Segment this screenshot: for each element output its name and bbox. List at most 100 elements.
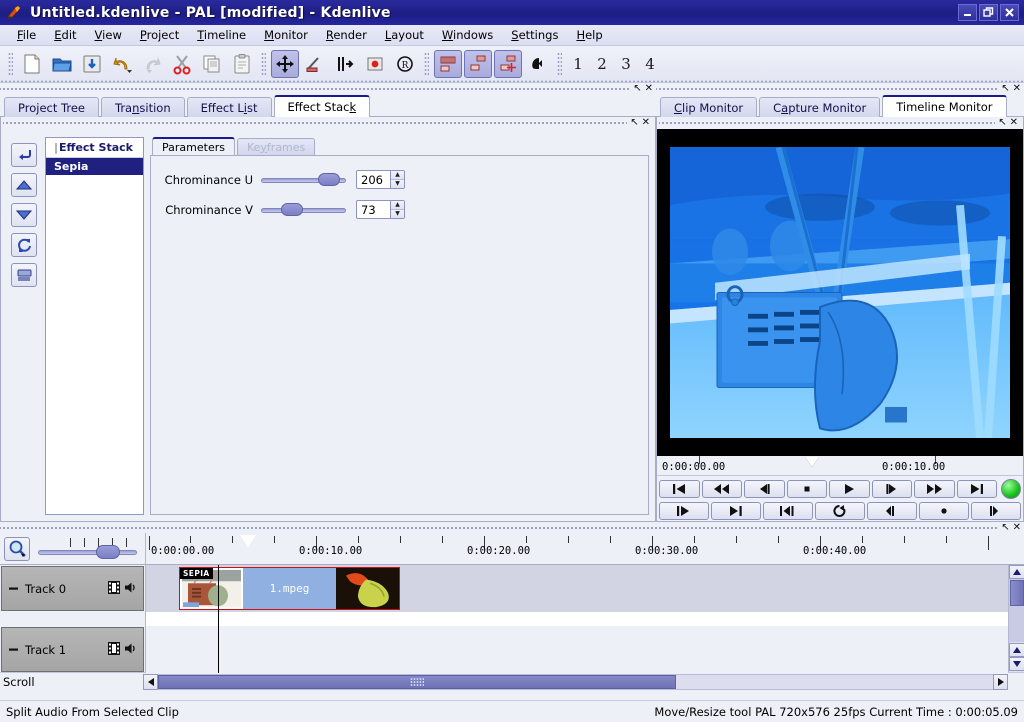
menu-timeline[interactable]: Timeline bbox=[188, 26, 255, 44]
scroll-left-button[interactable] bbox=[143, 674, 158, 690]
track-header-0[interactable]: Track 0 bbox=[1, 566, 144, 611]
timeline-zoom-slider[interactable] bbox=[36, 538, 145, 560]
fit-zoom-icon[interactable] bbox=[464, 50, 492, 78]
toolbar-grip[interactable] bbox=[8, 52, 13, 76]
panel-close-icon[interactable]: ✕ bbox=[642, 118, 650, 128]
snap-magnet-icon[interactable] bbox=[434, 50, 462, 78]
tab-effect-list[interactable]: Effect List bbox=[187, 97, 272, 117]
speaker-icon[interactable] bbox=[124, 581, 138, 597]
zone-start-button[interactable] bbox=[659, 502, 709, 520]
timeline-dock-handle[interactable]: ↖ ✕ bbox=[0, 522, 1024, 533]
monitor-panel-undock-icon[interactable]: ↖ bbox=[998, 118, 1006, 128]
play-button[interactable] bbox=[829, 480, 870, 498]
menu-monitor[interactable]: Monitor bbox=[255, 26, 317, 44]
move-effect-up-button[interactable] bbox=[11, 173, 37, 197]
render-icon[interactable]: R bbox=[391, 50, 419, 78]
chrominance-v-slider[interactable] bbox=[261, 203, 346, 217]
timeline-track-area[interactable]: SEPIA 1.mpeg bbox=[145, 565, 1008, 672]
tab-transition[interactable]: Transition bbox=[101, 97, 185, 117]
spin-down-button[interactable]: ▼ bbox=[391, 210, 404, 219]
add-marker-button[interactable] bbox=[919, 502, 969, 520]
horizontal-scroll-track[interactable] bbox=[158, 674, 993, 690]
timeline-ruler[interactable]: 0:00:00.00 0:00:10.00 0:00:20.00 0:00:30… bbox=[145, 533, 1024, 564]
undock-icon[interactable]: ↖ bbox=[633, 84, 641, 94]
chrominance-v-spinbox[interactable]: 73 ▲ ▼ bbox=[356, 200, 405, 219]
timeline-close-icon[interactable]: ✕ bbox=[1013, 523, 1021, 533]
set-zone-button[interactable] bbox=[763, 502, 813, 520]
timeline-horizontal-scrollbar[interactable] bbox=[143, 674, 1008, 690]
delete-effect-button[interactable] bbox=[11, 263, 37, 287]
tab-effect-stack[interactable]: Effect Stack bbox=[274, 95, 371, 117]
track-lane-1[interactable] bbox=[146, 626, 1008, 673]
zoom-magnifier-icon[interactable] bbox=[4, 537, 30, 561]
monitor-ruler[interactable]: 0:00:00.00 0:00:10.00 bbox=[657, 456, 1023, 476]
reset-effect-button[interactable] bbox=[11, 143, 37, 167]
film-strip-icon[interactable] bbox=[108, 581, 120, 597]
menu-render[interactable]: Render bbox=[317, 26, 376, 44]
toolbar-grip-2[interactable] bbox=[261, 52, 266, 76]
slider-handle[interactable] bbox=[318, 173, 340, 186]
tab-parameters[interactable]: Parameters bbox=[152, 137, 235, 155]
slider-handle[interactable] bbox=[281, 203, 303, 216]
marker-1-button[interactable]: 1 bbox=[566, 51, 590, 77]
marker-2-button[interactable]: 2 bbox=[590, 51, 614, 77]
previous-frame-button[interactable] bbox=[744, 480, 785, 498]
speaker-icon[interactable] bbox=[124, 642, 138, 658]
monitor-dock-handle[interactable]: ↖ ✕ bbox=[656, 83, 1024, 95]
effect-dock-handle[interactable]: ↖ ✕ bbox=[0, 83, 656, 95]
loop-zone-button[interactable] bbox=[815, 502, 865, 520]
monitor-undock-icon[interactable]: ↖ bbox=[1001, 84, 1009, 94]
effect-panel-handle[interactable]: ↖ ✕ bbox=[3, 117, 653, 129]
spacer-tool-icon[interactable] bbox=[331, 50, 359, 78]
menu-project[interactable]: Project bbox=[131, 26, 188, 44]
spin-up-button[interactable]: ▲ bbox=[391, 171, 404, 180]
timeline-vertical-scrollbar[interactable] bbox=[1008, 565, 1024, 672]
razor-tool-icon[interactable] bbox=[301, 50, 329, 78]
record-status-led[interactable] bbox=[1001, 479, 1021, 499]
monitor-playhead[interactable] bbox=[805, 457, 819, 467]
minimize-button[interactable] bbox=[958, 4, 977, 21]
cut-scissors-icon[interactable] bbox=[168, 50, 196, 78]
film-strip-icon[interactable] bbox=[108, 642, 120, 658]
monitor-panel-handle[interactable]: ↖ ✕ bbox=[659, 117, 1021, 129]
new-document-icon[interactable] bbox=[18, 50, 46, 78]
undo-icon[interactable] bbox=[108, 50, 136, 78]
move-tool-icon[interactable] bbox=[271, 50, 299, 78]
copy-icon[interactable] bbox=[198, 50, 226, 78]
insert-zone-icon[interactable] bbox=[494, 50, 522, 78]
record-icon[interactable] bbox=[361, 50, 389, 78]
marker-3-button[interactable]: 3 bbox=[614, 51, 638, 77]
panel-undock-icon[interactable]: ↖ bbox=[630, 118, 638, 128]
zone-end-button[interactable] bbox=[711, 502, 761, 520]
menu-file[interactable]: File bbox=[8, 26, 45, 44]
track-header-1[interactable]: Track 1 bbox=[1, 627, 144, 672]
spin-down-button[interactable]: ▼ bbox=[391, 180, 404, 189]
menu-edit[interactable]: Edit bbox=[45, 26, 85, 44]
effect-stack-list[interactable]: |Effect Stack Sepia bbox=[45, 137, 144, 515]
list-item[interactable]: Sepia bbox=[46, 158, 143, 175]
timeline-undock-icon[interactable]: ↖ bbox=[1001, 523, 1009, 533]
chrominance-u-slider[interactable] bbox=[261, 173, 346, 187]
timeline-clip-1mpeg[interactable]: SEPIA 1.mpeg bbox=[179, 567, 400, 610]
save-icon[interactable] bbox=[78, 50, 106, 78]
close-button[interactable] bbox=[1000, 4, 1019, 21]
marker-4-button[interactable]: 4 bbox=[638, 51, 662, 77]
next-marker-button[interactable] bbox=[971, 502, 1021, 520]
spin-up-button[interactable]: ▲ bbox=[391, 201, 404, 210]
chrominance-u-spinbox[interactable]: 206 ▲ ▼ bbox=[356, 170, 405, 189]
stop-button[interactable] bbox=[787, 480, 828, 498]
mute-icon[interactable] bbox=[524, 50, 552, 78]
tab-clip-monitor[interactable]: Clip Monitor bbox=[660, 97, 757, 117]
refresh-effect-button[interactable] bbox=[11, 233, 37, 257]
chrominance-v-value[interactable]: 73 bbox=[357, 201, 390, 218]
menu-settings[interactable]: Settings bbox=[502, 26, 567, 44]
rewind-button[interactable] bbox=[702, 480, 743, 498]
monitor-panel-close-icon[interactable]: ✕ bbox=[1010, 118, 1018, 128]
tab-capture-monitor[interactable]: Capture Monitor bbox=[759, 97, 880, 117]
redo-icon[interactable] bbox=[138, 50, 166, 78]
menu-windows[interactable]: Windows bbox=[433, 26, 502, 44]
horizontal-scroll-thumb[interactable] bbox=[158, 675, 676, 689]
scroll-up-small-button[interactable] bbox=[1009, 643, 1024, 657]
video-display[interactable] bbox=[657, 129, 1023, 456]
toolbar-grip-4[interactable] bbox=[557, 52, 562, 76]
